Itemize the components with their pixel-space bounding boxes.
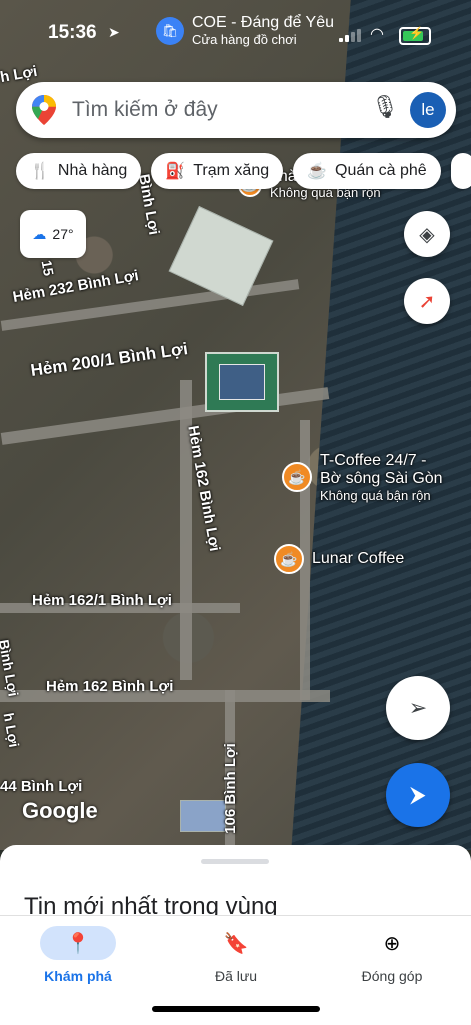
poi-name-line2: Bờ sông Sài Gòn [320, 470, 443, 488]
tab-label: Khám phá [44, 968, 112, 984]
chip-more[interactable] [450, 153, 471, 189]
layers-button[interactable]: ◈ [404, 211, 450, 257]
poi-busyness: Không quá bận rộn [320, 487, 431, 503]
building-roof [180, 800, 226, 832]
street-label: Hẻm 162/1 Bình Lợi [32, 592, 172, 609]
street-label: Hẻm 162 Bình Lợi [46, 678, 174, 695]
tennis-court [205, 352, 279, 412]
street-label: h Lợi [0, 62, 39, 87]
avatar[interactable]: le [410, 92, 446, 128]
live-activity-title: COE - Đáng để Yêu [192, 14, 335, 31]
sheet-handle[interactable] [201, 859, 269, 864]
my-location-button[interactable]: ➢ [386, 676, 450, 740]
road [0, 387, 330, 445]
navigation-arrow-icon: ➢ [408, 695, 428, 720]
explore-pin-icon: 📍 [40, 926, 116, 960]
coffee-cup-icon: ☕ [282, 462, 312, 492]
google-watermark: Google [22, 798, 98, 823]
street-label: Hẻm 232 Bình Lợi [11, 267, 140, 306]
live-activity[interactable]: 🛍 COE - Đáng để Yêu Cửa hàng đồ chơi [156, 14, 334, 47]
street-label: h Lợi [0, 711, 23, 749]
bookmark-icon: 🔖 [223, 932, 249, 955]
tab-label: Đã lưu [214, 968, 258, 984]
directions-button[interactable]: ⮞ [386, 763, 450, 827]
wifi-icon: ◠ [370, 26, 384, 43]
search-bar[interactable]: Tìm kiếm ở đây 🎙 le [16, 82, 456, 138]
poi-name: T-Coffee 24/7 - [320, 452, 427, 469]
search-input[interactable]: Tìm kiếm ở đây [72, 98, 218, 122]
chip-label: Trạm xăng [193, 162, 270, 179]
gas-station-icon: ⛽ [165, 163, 186, 180]
rain-cloud-icon: ☁ [32, 225, 47, 242]
fork-knife-icon: 🍴 [30, 163, 50, 180]
compass-button[interactable]: ➚ [404, 278, 450, 324]
directions-icon: ⮞ [410, 782, 426, 807]
chip-restaurants[interactable]: 🍴 Nhà hàng [16, 153, 142, 189]
category-chips: 🍴 Nhà hàng ⛽ Trạm xăng ☕ Quán cà phê [16, 153, 471, 191]
chip-gas-stations[interactable]: ⛽ Trạm xăng [151, 153, 284, 189]
chip-coffee[interactable]: ☕ Quán cà phê [293, 153, 441, 189]
microphone-icon[interactable]: 🎙 [370, 94, 400, 126]
clock: 15:36 [48, 22, 97, 43]
home-indicator[interactable] [152, 1006, 320, 1012]
temperature: 27° [52, 226, 74, 242]
tab-saved[interactable]: 🔖 Đã lưu [176, 926, 296, 985]
google-maps-logo-icon [32, 95, 56, 125]
live-activity-subtitle: Cửa hàng đồ chơi [192, 32, 297, 47]
plus-circle-icon: ⊕ [383, 932, 401, 955]
battery-icon: ⚡ [399, 26, 431, 45]
street-label: 15 [38, 258, 58, 278]
chip-label: Quán cà phê [335, 162, 427, 179]
status-bar: 15:36 ➤ 🛍 COE - Đáng để Yêu Cửa hàng đồ … [0, 0, 471, 60]
compass-icon: ➚ [418, 290, 436, 313]
poi-t-coffee[interactable]: ☕ T-Coffee 24/7 - Bờ sông Sài Gòn Không … [282, 452, 443, 504]
weather-widget[interactable]: ☁ 27° [20, 210, 86, 258]
tab-contribute[interactable]: ⊕ Đóng góp [332, 926, 452, 985]
layers-icon: ◈ [419, 223, 435, 246]
cellular-signal-icon [339, 28, 363, 42]
chip-label: Nhà hàng [57, 162, 128, 179]
location-arrow-icon: ➤ [108, 24, 120, 40]
street-label: Hẻm 200/1 Bình Lợi [29, 339, 190, 380]
street-label: 106 Bình Lợi [221, 743, 239, 834]
coffee-cup-icon: ☕ [274, 544, 304, 574]
poi-lunar-coffee[interactable]: ☕ Lunar Coffee [274, 544, 404, 574]
street-label: 44 Bình Lợi [0, 778, 83, 795]
coffee-cup-icon: ☕ [307, 163, 328, 180]
shopping-bag-icon: 🛍 [156, 16, 184, 45]
tab-label: Đóng góp [361, 968, 423, 984]
street-label: Bình Lợi [0, 638, 22, 698]
tab-explore[interactable]: 📍 Khám phá [18, 926, 138, 984]
road [180, 380, 192, 680]
poi-name: Lunar Coffee [312, 549, 405, 567]
